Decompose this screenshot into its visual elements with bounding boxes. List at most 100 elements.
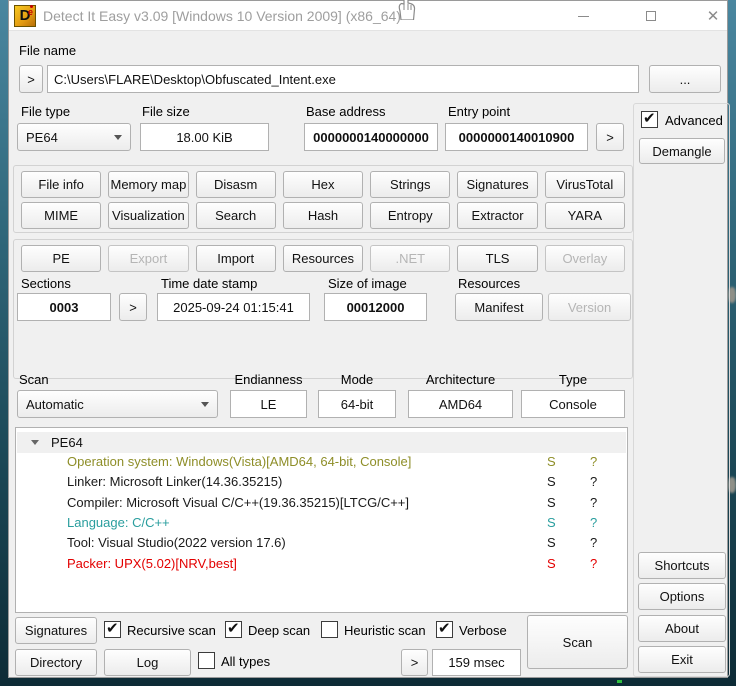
yara-button[interactable]: YARA: [545, 202, 625, 229]
verbose-checkbox[interactable]: [436, 621, 453, 638]
options-button[interactable]: Options: [638, 583, 726, 610]
base-address-field[interactable]: 0000000140000000: [304, 123, 438, 151]
time-date-stamp-field[interactable]: 2025-09-24 01:15:41: [157, 293, 310, 321]
heuristic-scan-label: Heuristic scan: [344, 623, 426, 638]
visualization-button[interactable]: Visualization: [108, 202, 188, 229]
result-info-link[interactable]: ?: [590, 515, 597, 530]
file-info-button[interactable]: File info: [21, 171, 101, 198]
sections-goto-button[interactable]: >: [119, 293, 147, 321]
file-open-button[interactable]: >: [19, 65, 43, 93]
signatures-button[interactable]: Signatures: [457, 171, 537, 198]
close-button[interactable]: ✕: [697, 1, 729, 31]
recursive-scan-checkbox[interactable]: [104, 621, 121, 638]
result-root-row[interactable]: PE64: [17, 432, 626, 453]
architecture-field[interactable]: AMD64: [408, 390, 513, 418]
demangle-button[interactable]: Demangle: [639, 138, 725, 164]
result-row[interactable]: Tool: Visual Studio(2022 version 17.6)S?: [16, 535, 627, 555]
disasm-button[interactable]: Disasm: [196, 171, 276, 198]
result-info-link[interactable]: ?: [590, 454, 597, 469]
logo-letter-e: e: [28, 7, 33, 17]
about-button[interactable]: About: [638, 615, 726, 642]
advanced-checkbox[interactable]: [641, 111, 658, 128]
minimize-button[interactable]: [567, 1, 599, 31]
heuristic-scan-checkbox[interactable]: [321, 621, 338, 638]
hash-button[interactable]: Hash: [283, 202, 363, 229]
scan-method-combo[interactable]: Automatic: [17, 390, 218, 418]
signatures-options-button[interactable]: Signatures: [15, 617, 97, 644]
chevron-down-icon: [201, 402, 209, 407]
result-info-link[interactable]: ?: [590, 474, 597, 489]
entropy-button[interactable]: Entropy: [370, 202, 450, 229]
result-root-label: PE64: [51, 435, 83, 450]
result-text: Operation system: Windows(Vista)[AMD64, …: [67, 454, 411, 469]
tls-button[interactable]: TLS: [457, 245, 537, 272]
hand-cursor-icon: [394, 0, 420, 20]
result-signature-link[interactable]: S: [547, 556, 556, 571]
log-button[interactable]: Log: [104, 649, 191, 676]
scan-label: Scan: [19, 372, 49, 387]
result-signature-link[interactable]: S: [547, 474, 556, 489]
verbose-label: Verbose: [459, 623, 507, 638]
mime-button[interactable]: MIME: [21, 202, 101, 229]
file-type-label: File type: [21, 104, 70, 119]
maximize-icon: [646, 11, 656, 21]
hex-button[interactable]: Hex: [283, 171, 363, 198]
tree-collapse-icon[interactable]: [31, 440, 39, 445]
endianness-field[interactable]: LE: [230, 390, 307, 418]
scan-results-list[interactable]: PE64 Operation system: Windows(Vista)[AM…: [15, 427, 628, 613]
deep-scan-checkbox[interactable]: [225, 621, 242, 638]
result-text: Compiler: Microsoft Visual C/C++(19.36.3…: [67, 495, 409, 510]
exit-button[interactable]: Exit: [638, 646, 726, 673]
result-text: Linker: Microsoft Linker(14.36.35215): [67, 474, 282, 489]
virustotal-button[interactable]: VirusTotal: [545, 171, 625, 198]
architecture-label: Architecture: [408, 372, 513, 387]
result-row[interactable]: Language: C/C++ S?: [16, 515, 627, 535]
result-signature-link[interactable]: S: [547, 535, 556, 550]
memory-map-button[interactable]: Memory map: [108, 171, 188, 198]
all-types-checkbox[interactable]: [198, 652, 215, 669]
type-field[interactable]: Console: [521, 390, 625, 418]
entry-point-field[interactable]: 0000000140010900: [445, 123, 588, 151]
search-button[interactable]: Search: [196, 202, 276, 229]
logo-dot: [30, 5, 33, 8]
recursive-scan-label: Recursive scan: [127, 623, 216, 638]
pe-button[interactable]: PE: [21, 245, 101, 272]
mode-field[interactable]: 64-bit: [318, 390, 396, 418]
result-row[interactable]: Operation system: Windows(Vista)[AMD64, …: [16, 454, 627, 474]
entry-point-label: Entry point: [448, 104, 510, 119]
scan-button[interactable]: Scan: [527, 615, 628, 669]
shortcuts-button[interactable]: Shortcuts: [638, 552, 726, 579]
directory-button[interactable]: Directory: [15, 649, 97, 676]
result-text: Language: C/C++: [67, 515, 170, 530]
result-info-link[interactable]: ?: [590, 556, 597, 571]
endianness-label: Endianness: [230, 372, 307, 387]
import-button[interactable]: Import: [196, 245, 276, 272]
result-row[interactable]: Linker: Microsoft Linker(14.36.35215) S?: [16, 474, 627, 494]
manifest-button[interactable]: Manifest: [455, 293, 543, 321]
file-path-input[interactable]: [47, 65, 639, 93]
resources-button[interactable]: Resources: [283, 245, 363, 272]
net-button: .NET: [370, 245, 450, 272]
title-bar[interactable]: D e Detect It Easy v3.09 [Windows 10 Ver…: [9, 1, 727, 31]
result-signature-link[interactable]: S: [547, 454, 556, 469]
desktop-background: D e Detect It Easy v3.09 [Windows 10 Ver…: [0, 0, 736, 686]
elapsed-time-field: 159 msec: [432, 649, 521, 676]
browse-button[interactable]: ...: [649, 65, 721, 93]
entry-point-goto-button[interactable]: >: [596, 123, 624, 151]
extractor-button[interactable]: Extractor: [457, 202, 537, 229]
sections-field[interactable]: 0003: [17, 293, 111, 321]
size-of-image-field[interactable]: 00012000: [324, 293, 427, 321]
result-row[interactable]: Compiler: Microsoft Visual C/C++(19.36.3…: [16, 495, 627, 515]
file-type-combo[interactable]: PE64: [17, 123, 131, 151]
result-info-link[interactable]: ?: [590, 535, 597, 550]
result-info-link[interactable]: ?: [590, 495, 597, 510]
all-types-label: All types: [221, 654, 270, 669]
strings-button[interactable]: Strings: [370, 171, 450, 198]
tool-button-row-2: MIME Visualization Search Hash Entropy Extrac…: [21, 202, 625, 229]
scan-options-button[interactable]: >: [401, 649, 428, 676]
result-signature-link[interactable]: S: [547, 495, 556, 510]
file-size-field[interactable]: 18.00 KiB: [140, 123, 269, 151]
result-row[interactable]: Packer: UPX(5.02)[NRV,best]S?: [16, 556, 627, 576]
result-signature-link[interactable]: S: [547, 515, 556, 530]
maximize-button[interactable]: [635, 1, 667, 31]
